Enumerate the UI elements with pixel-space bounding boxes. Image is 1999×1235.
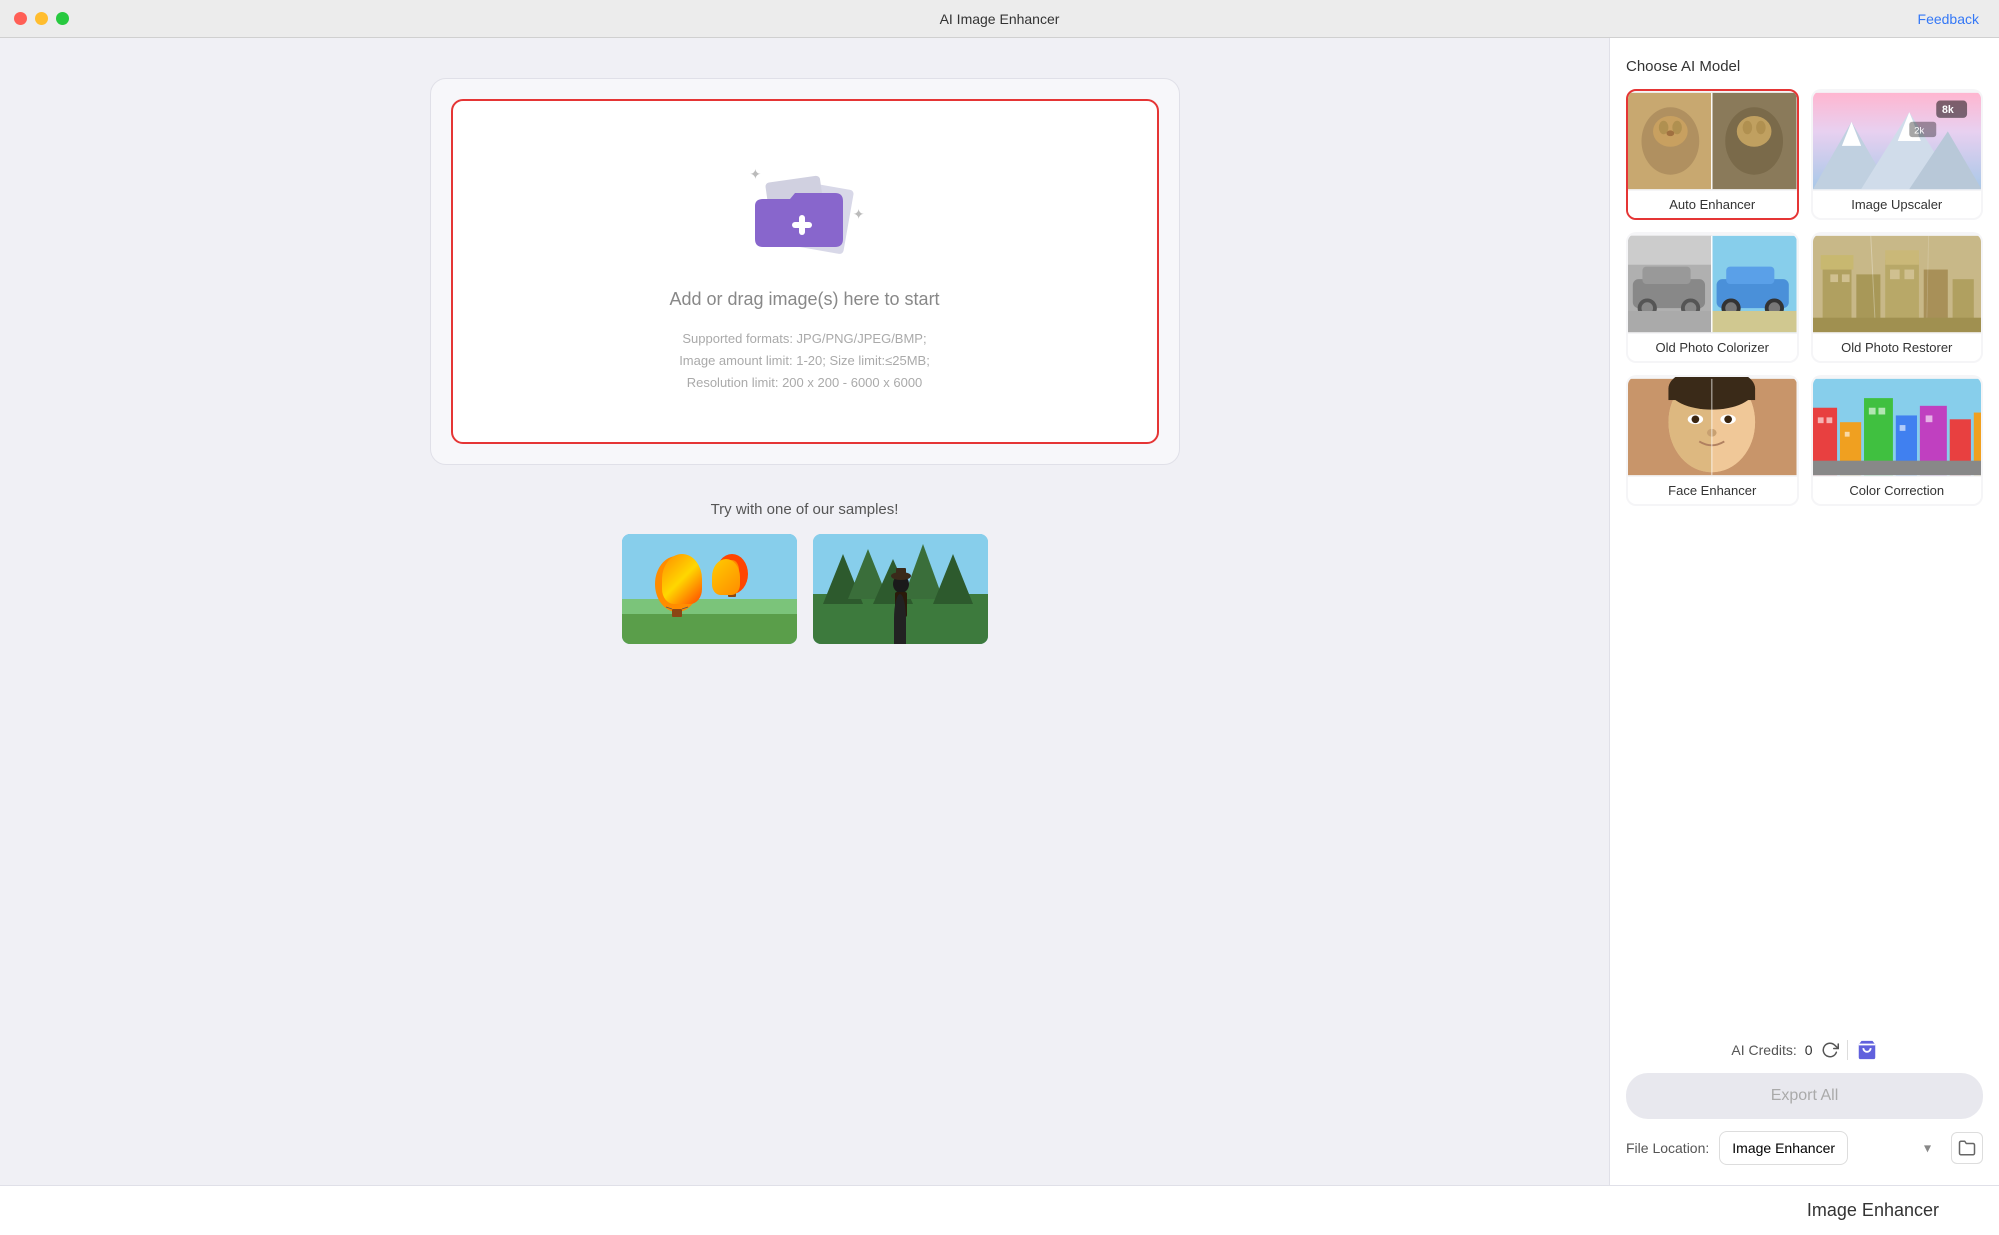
model-card-old-photo-restorer[interactable]: Old Photo Restorer <box>1811 232 1984 363</box>
feedback-link[interactable]: Feedback <box>1918 11 1979 27</box>
samples-section: Try with one of our samples! <box>430 501 1180 644</box>
svg-text:8k: 8k <box>1942 104 1954 116</box>
sample-forest-image[interactable] <box>813 534 988 644</box>
sample-balloon-image[interactable] <box>622 534 797 644</box>
sidebar: Choose AI Model <box>1609 38 1999 1185</box>
model-thumb-image-upscaler: 8k 2k <box>1813 91 1982 191</box>
upload-info: Supported formats: JPG/PNG/JPEG/BMP; Ima… <box>679 310 930 402</box>
file-location-row: File Location: Image Enhancer <box>1626 1131 1983 1165</box>
sparkle-icon: ✦ <box>750 166 762 183</box>
file-location-select[interactable]: Image Enhancer <box>1719 1131 1848 1165</box>
credits-row: AI Credits: 0 <box>1626 1039 1983 1061</box>
upload-zone-text: Add or drag image(s) here to start <box>669 289 939 310</box>
sparkle-icon: ✦ <box>853 206 865 223</box>
credits-value: 0 <box>1805 1042 1813 1058</box>
model-thumb-color-correction <box>1813 377 1982 477</box>
divider <box>1847 1040 1848 1060</box>
model-thumb-old-photo-restorer <box>1813 234 1982 334</box>
main-layout: ✦ ✦ Add or drag image(s) here to start S… <box>0 38 1999 1185</box>
content-area: ✦ ✦ Add or drag image(s) here to start S… <box>0 38 1609 1185</box>
upload-folder-icon: ✦ ✦ <box>745 161 865 261</box>
maximize-button[interactable] <box>56 12 69 25</box>
model-label-old-photo-restorer: Old Photo Restorer <box>1813 334 1982 361</box>
upload-zone[interactable]: ✦ ✦ Add or drag image(s) here to start S… <box>451 99 1159 444</box>
file-location-select-wrapper: Image Enhancer <box>1719 1131 1941 1165</box>
model-card-auto-enhancer[interactable]: Auto Enhancer <box>1626 89 1799 220</box>
window-controls <box>14 12 69 25</box>
model-label-old-photo-colorizer: Old Photo Colorizer <box>1628 334 1797 361</box>
app-title: AI Image Enhancer <box>940 11 1060 27</box>
model-thumb-auto-enhancer <box>1628 91 1797 191</box>
model-label-image-upscaler: Image Upscaler <box>1813 191 1982 218</box>
export-all-button[interactable]: Export All <box>1626 1073 1983 1119</box>
cart-icon[interactable] <box>1856 1039 1878 1061</box>
model-label-color-correction: Color Correction <box>1813 477 1982 504</box>
model-card-old-photo-colorizer[interactable]: Old Photo Colorizer <box>1626 232 1799 363</box>
credits-label: AI Credits: <box>1731 1042 1796 1058</box>
titlebar: AI Image Enhancer Feedback <box>0 0 1999 38</box>
model-grid: Auto Enhancer <box>1626 89 1983 506</box>
svg-text:2k: 2k <box>1914 125 1924 136</box>
open-folder-button[interactable] <box>1951 1132 1983 1164</box>
model-card-image-upscaler[interactable]: 8k 2k Image Upscaler <box>1811 89 1984 220</box>
model-thumb-face-enhancer <box>1628 377 1797 477</box>
samples-row <box>430 534 1180 644</box>
model-label-auto-enhancer: Auto Enhancer <box>1628 191 1797 218</box>
model-card-face-enhancer[interactable]: Face Enhancer <box>1626 375 1799 506</box>
upload-container: ✦ ✦ Add or drag image(s) here to start S… <box>430 78 1180 465</box>
model-label-face-enhancer: Face Enhancer <box>1628 477 1797 504</box>
file-location-label: File Location: <box>1626 1140 1709 1156</box>
sidebar-bottom: AI Credits: 0 Export All File Location: <box>1626 1039 1983 1165</box>
bottom-bar: Image Enhancer <box>0 1185 1999 1235</box>
samples-title: Try with one of our samples! <box>430 501 1180 518</box>
refresh-icon[interactable] <box>1821 1041 1839 1059</box>
model-thumb-old-photo-colorizer <box>1628 234 1797 334</box>
folder-open-icon <box>1958 1139 1976 1157</box>
minimize-button[interactable] <box>35 12 48 25</box>
close-button[interactable] <box>14 12 27 25</box>
bottom-label: Image Enhancer <box>1807 1200 1939 1221</box>
model-card-color-correction[interactable]: Color Correction <box>1811 375 1984 506</box>
choose-model-label: Choose AI Model <box>1626 58 1983 75</box>
